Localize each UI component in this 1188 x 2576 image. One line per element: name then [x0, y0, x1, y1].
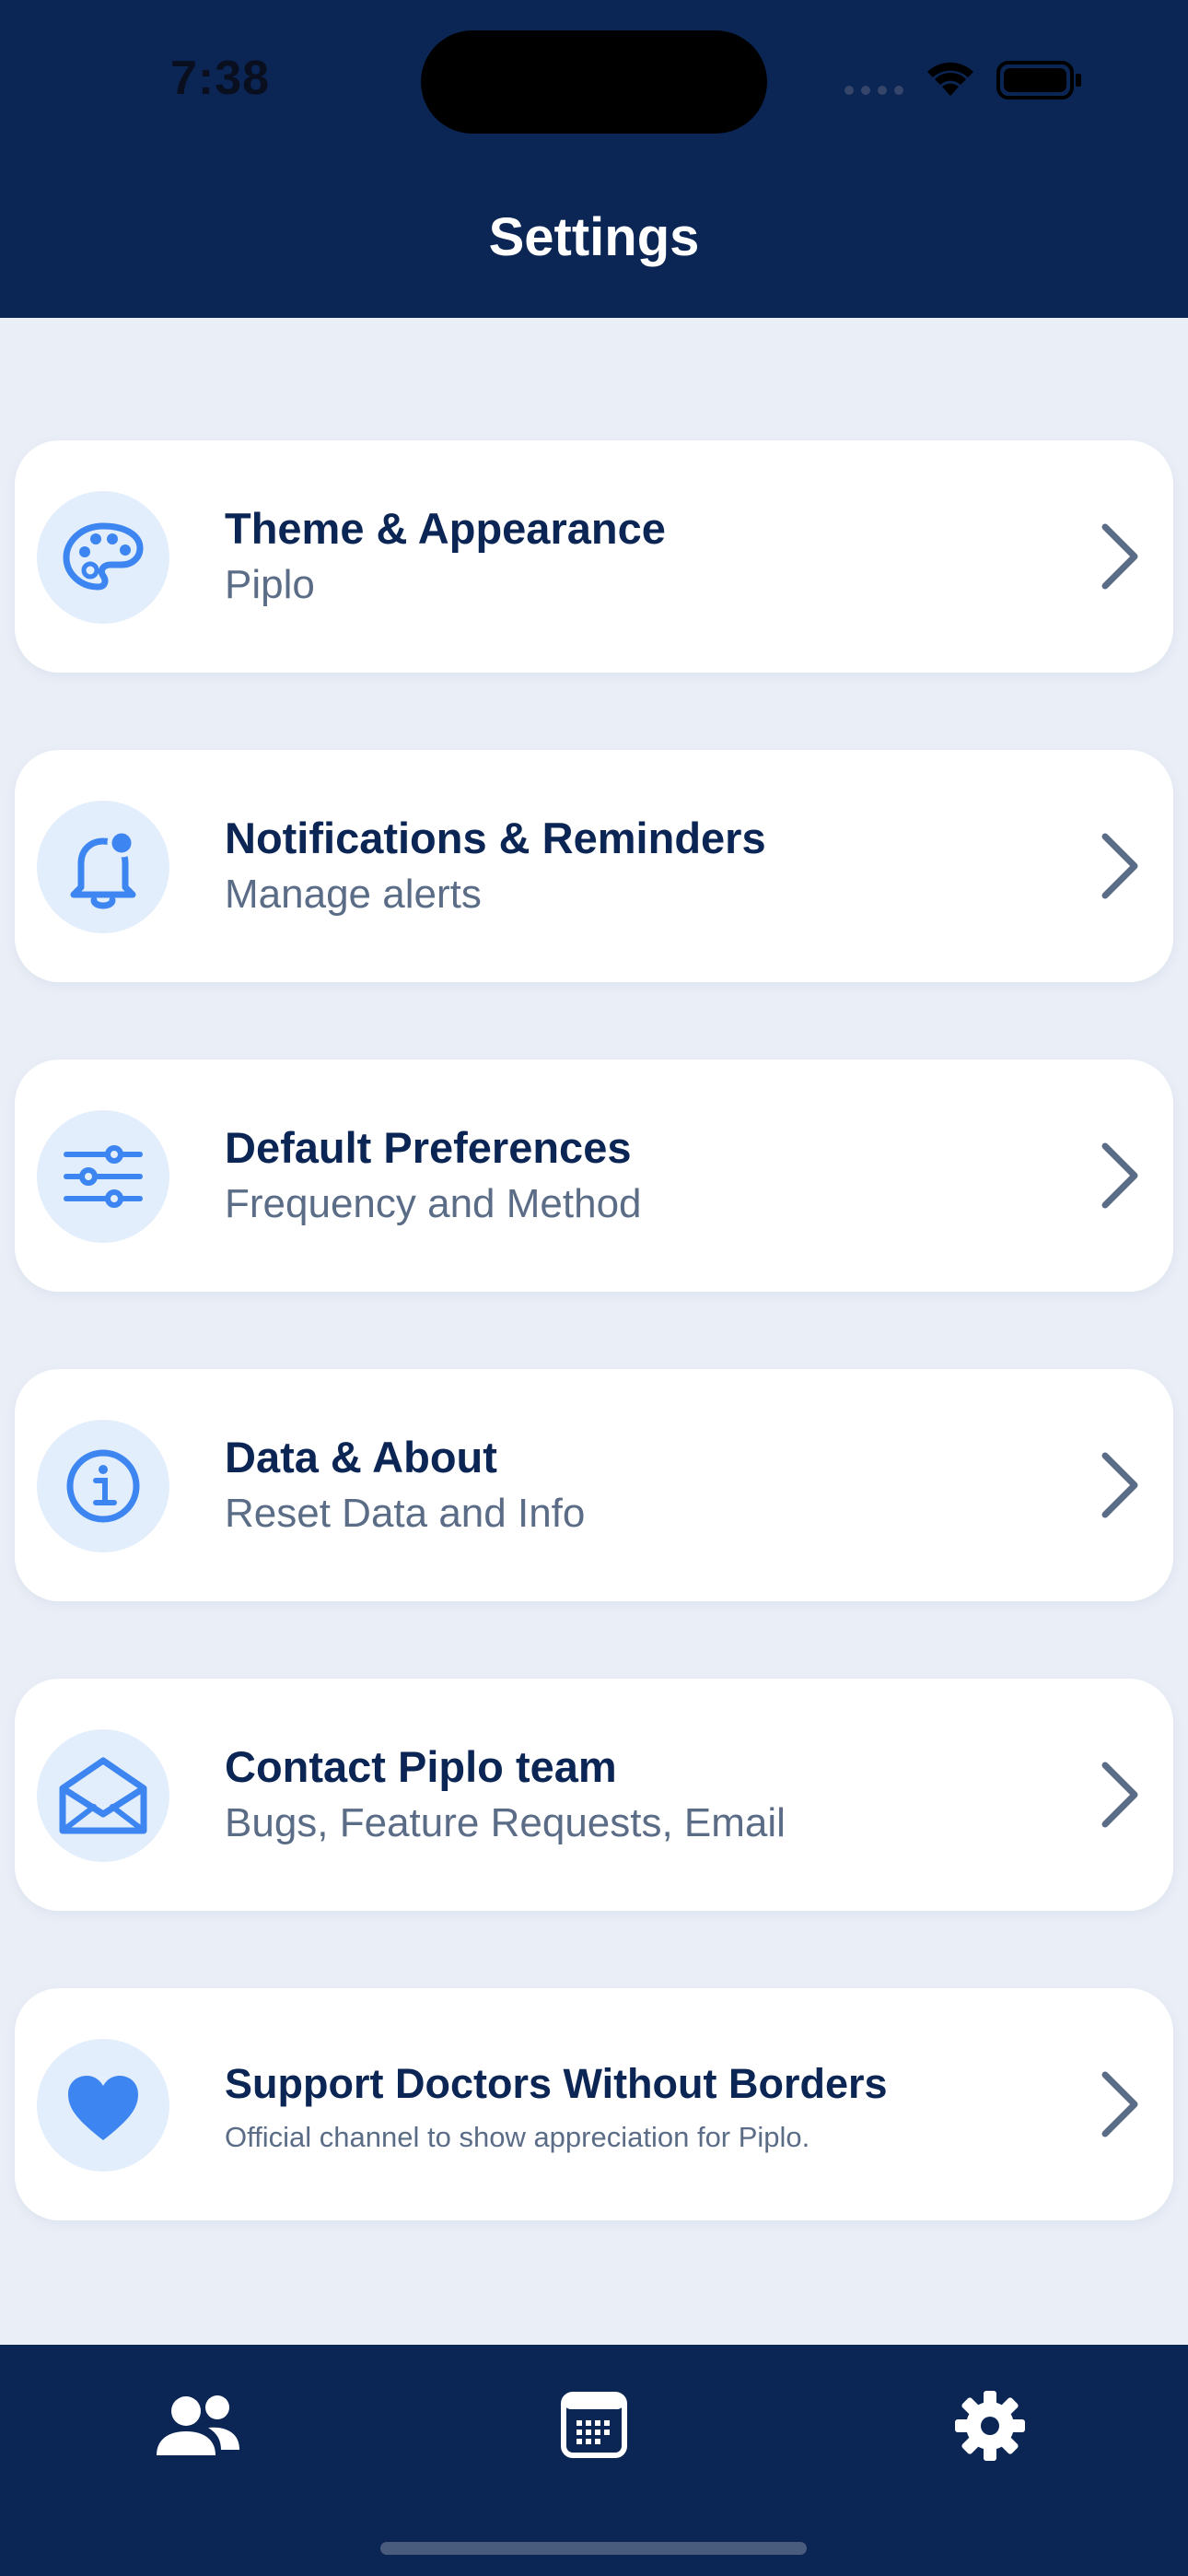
- item-title: Theme & Appearance: [225, 504, 666, 553]
- settings-item-default-preferences[interactable]: Default Preferences Frequency and Method: [15, 1060, 1173, 1292]
- tab-people[interactable]: [147, 2380, 249, 2472]
- status-time: 7:38: [170, 52, 271, 105]
- item-title: Support Doctors Without Borders: [225, 2060, 888, 2107]
- settings-item-notifications[interactable]: Notifications & Reminders Manage alerts: [15, 750, 1173, 982]
- item-subtitle: Bugs, Feature Requests, Email: [225, 1800, 786, 1845]
- heart-icon: [68, 2076, 138, 2140]
- icon-container: [37, 491, 169, 624]
- palette-icon: [63, 522, 144, 591]
- icon-container: [37, 2039, 169, 2172]
- icon-container: [37, 1110, 169, 1243]
- item-title: Contact Piplo team: [225, 1742, 617, 1791]
- item-subtitle: Official channel to show appreciation fo…: [225, 2121, 810, 2153]
- settings-item-theme-appearance[interactable]: Theme & Appearance Piplo: [15, 440, 1173, 673]
- battery-icon: [996, 61, 1081, 100]
- envelope-icon: [59, 1757, 147, 1834]
- item-subtitle: Reset Data and Info: [225, 1491, 586, 1536]
- item-title: Data & About: [225, 1433, 497, 1481]
- settings-item-data-about[interactable]: Data & About Reset Data and Info: [15, 1369, 1173, 1601]
- chevron-right-icon: [1101, 833, 1138, 899]
- header: 7:38 Settings: [0, 0, 1188, 318]
- signal-icon: [844, 86, 903, 95]
- info-icon: [66, 1449, 140, 1523]
- people-icon: [157, 2395, 239, 2455]
- item-subtitle: Frequency and Method: [225, 1181, 642, 1226]
- item-subtitle: Manage alerts: [225, 872, 482, 917]
- item-title: Default Preferences: [225, 1123, 632, 1172]
- dynamic-island: [421, 30, 767, 134]
- icon-container: [37, 1729, 169, 1862]
- status-icons: [844, 61, 1081, 100]
- sliders-icon: [64, 1145, 143, 1208]
- page-title: Settings: [488, 207, 700, 267]
- chevron-right-icon: [1101, 1452, 1138, 1518]
- chevron-right-icon: [1101, 1762, 1138, 1828]
- settings-item-contact[interactable]: Contact Piplo team Bugs, Feature Request…: [15, 1679, 1173, 1911]
- item-subtitle: Piplo: [225, 562, 315, 607]
- wifi-icon: [927, 62, 973, 96]
- chevron-right-icon: [1101, 523, 1138, 590]
- home-indicator: [380, 2542, 807, 2555]
- gear-icon: [955, 2391, 1025, 2461]
- settings-item-support-doctors[interactable]: Support Doctors Without Borders Official…: [15, 1988, 1173, 2220]
- bell-icon: [70, 828, 136, 909]
- tab-calendar[interactable]: [543, 2380, 645, 2472]
- tab-bar: [0, 2345, 1188, 2576]
- calendar-icon: [561, 2392, 627, 2458]
- tab-settings[interactable]: [939, 2380, 1041, 2472]
- item-title: Notifications & Reminders: [225, 814, 766, 862]
- icon-container: [37, 801, 169, 933]
- chevron-right-icon: [1101, 1142, 1138, 1209]
- icon-container: [37, 1420, 169, 1552]
- chevron-right-icon: [1101, 2071, 1138, 2137]
